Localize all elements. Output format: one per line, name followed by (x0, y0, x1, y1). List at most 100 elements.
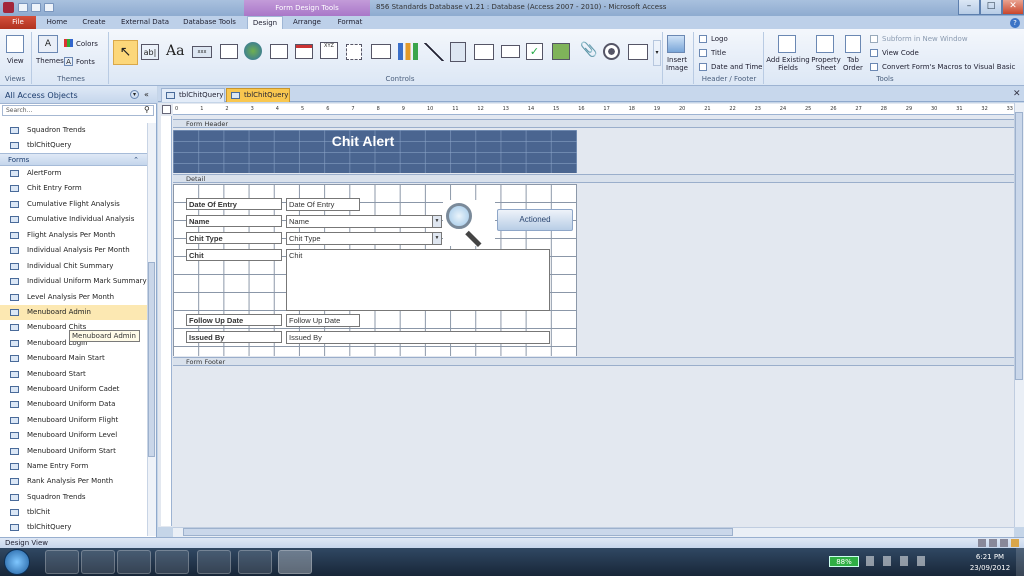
tab-database-tools[interactable]: Database Tools (178, 16, 241, 29)
hyperlink-control-icon[interactable] (244, 42, 262, 60)
list-box-icon[interactable] (474, 44, 494, 60)
logo-button[interactable]: Logo (711, 35, 728, 43)
nav-item-form[interactable]: Cumulative Individual Analysis (0, 212, 147, 227)
insert-page-break-icon[interactable] (346, 44, 362, 60)
doc-tab-query[interactable]: tblChitQuery (161, 88, 225, 102)
nav-item-form[interactable]: Name Entry Form (0, 459, 147, 474)
help-icon[interactable]: ? (1010, 18, 1020, 28)
themes-icon[interactable]: A (38, 35, 58, 53)
line-control-icon[interactable] (424, 43, 444, 61)
maximize-button[interactable]: □ (980, 0, 1002, 15)
combo-name[interactable]: Name ▼ (286, 215, 442, 228)
subform-icon[interactable] (628, 44, 648, 60)
nav-search-input[interactable]: Search... (2, 105, 154, 116)
nav-item-form[interactable]: Menuboard Uniform Flight (0, 413, 147, 428)
tab-order-button[interactable]: Tab Order (841, 56, 865, 72)
tab-external-data[interactable]: External Data (116, 16, 174, 29)
navigation-control-icon[interactable] (295, 44, 313, 59)
themes-button[interactable]: Themes (36, 57, 64, 65)
close-button[interactable]: ✕ (1002, 0, 1024, 15)
textbox-date-of-entry[interactable]: Date Of Entry (286, 198, 360, 211)
tab-home[interactable]: Home (40, 16, 74, 29)
colors-button[interactable]: Colors (76, 40, 98, 48)
toggle-button-icon[interactable] (450, 42, 466, 62)
battery-indicator[interactable]: 88% (829, 556, 859, 567)
nav-item-form[interactable]: Individual Analysis Per Month (0, 243, 147, 258)
explorer-icon[interactable] (81, 550, 115, 574)
nav-item-form[interactable]: Menuboard Start (0, 367, 147, 382)
add-existing-fields-button[interactable]: Add Existing Fields (766, 56, 810, 72)
label-control-icon[interactable]: Aa (166, 43, 184, 59)
minimize-button[interactable]: – (958, 0, 980, 15)
date-time-button[interactable]: Date and Time (711, 63, 762, 71)
messenger-icon[interactable] (117, 550, 151, 574)
label-follow-up-date[interactable]: Follow Up Date (186, 314, 282, 326)
tab-design[interactable]: Design (247, 16, 283, 29)
section-detail[interactable]: Detail (173, 174, 1014, 183)
nav-item-form[interactable]: Flight Analysis Per Month (0, 228, 147, 243)
insert-image-icon[interactable] (667, 35, 685, 53)
tab-file[interactable]: File (0, 16, 36, 29)
nav-item[interactable]: Squadron Trends (0, 123, 147, 138)
nav-item-form[interactable]: Menuboard Uniform Level (0, 428, 147, 443)
label-name[interactable]: Name (186, 215, 282, 227)
nav-item-form[interactable]: Chit Entry Form (0, 181, 147, 196)
select-tool-icon[interactable]: ↖ (113, 40, 138, 65)
firefox-icon[interactable] (45, 550, 79, 574)
clock-time[interactable]: 6:21 PM (966, 553, 1014, 561)
nav-menu-chevron-icon[interactable]: ▾ (130, 90, 139, 99)
button-control-icon[interactable]: xxx (192, 46, 212, 58)
tab-create[interactable]: Create (76, 16, 112, 29)
contacts-icon[interactable] (155, 550, 189, 574)
label-chit-type[interactable]: Chit Type (186, 232, 282, 244)
nav-pane-title[interactable]: All Access Objects (5, 91, 78, 100)
nav-group-forms[interactable]: Forms ⌃ (0, 153, 147, 166)
nav-scroll-thumb[interactable] (148, 262, 155, 457)
combo-box-icon[interactable] (371, 44, 391, 59)
view-switch-icons[interactable] (978, 539, 1020, 547)
quick-save-icon[interactable] (18, 3, 28, 12)
web-browser-control-icon[interactable] (270, 44, 288, 59)
close-document-icon[interactable]: ✕ (1013, 89, 1021, 99)
nav-item-form[interactable]: Menuboard Main Start (0, 351, 147, 366)
search-icon[interactable]: ⚲ (144, 105, 150, 114)
horizontal-scroll-thumb[interactable] (183, 528, 733, 536)
textbox-control-icon[interactable]: ab| (141, 44, 159, 60)
folder-icon[interactable] (197, 550, 231, 574)
textbox-follow-up-date[interactable]: Follow Up Date (286, 314, 360, 327)
chevron-down-icon[interactable]: ▼ (432, 233, 441, 244)
property-sheet-button[interactable]: Property Sheet (811, 56, 841, 72)
nav-item-form[interactable]: tblChit (0, 505, 147, 520)
view-code-button[interactable]: View Code (882, 49, 919, 57)
rectangle-control-icon[interactable] (501, 45, 520, 58)
nav-item-form[interactable]: Menuboard Uniform Start (0, 444, 147, 459)
tab-control-icon[interactable] (220, 44, 238, 59)
nav-item-form[interactable]: Menuboard Uniform Cadet (0, 382, 147, 397)
tray-icons[interactable] (866, 556, 958, 566)
fonts-button[interactable]: Fonts (76, 58, 95, 66)
skype-icon[interactable] (238, 550, 272, 574)
access-taskbar-icon[interactable] (278, 550, 312, 574)
nav-item[interactable]: tblChitQuery (0, 138, 147, 153)
insert-image-button[interactable]: Insert Image (664, 56, 690, 72)
view-button[interactable]: View (7, 57, 24, 65)
unbound-object-frame-icon[interactable] (552, 43, 570, 60)
label-date-of-entry[interactable]: Date Of Entry (186, 198, 282, 210)
vertical-scroll-thumb[interactable] (1015, 112, 1023, 380)
combo-chit-type[interactable]: Chit Type ▼ (286, 232, 442, 245)
nav-item-form[interactable]: Menuboard Uniform Data (0, 397, 147, 412)
nav-collapse-icon[interactable]: « (144, 90, 149, 99)
section-form-header[interactable]: Form Header (173, 119, 1014, 128)
label-issued-by[interactable]: Issued By (186, 331, 282, 343)
nav-item-form[interactable]: Level Analysis Per Month (0, 290, 147, 305)
nav-item-form[interactable]: AlertForm (0, 166, 147, 181)
nav-item-form[interactable]: Menuboard Admin (0, 305, 147, 320)
nav-item-form[interactable]: Squadron Trends (0, 490, 147, 505)
form-selector[interactable] (162, 105, 171, 114)
actioned-button[interactable]: Actioned (497, 209, 573, 231)
tab-format[interactable]: Format (331, 16, 369, 29)
option-group-icon[interactable]: XYZ (320, 42, 338, 59)
nav-item-form[interactable]: tblChitQuery (0, 520, 147, 535)
tab-arrange[interactable]: Arrange (287, 16, 327, 29)
nav-item-form[interactable]: Individual Chit Summary (0, 259, 147, 274)
